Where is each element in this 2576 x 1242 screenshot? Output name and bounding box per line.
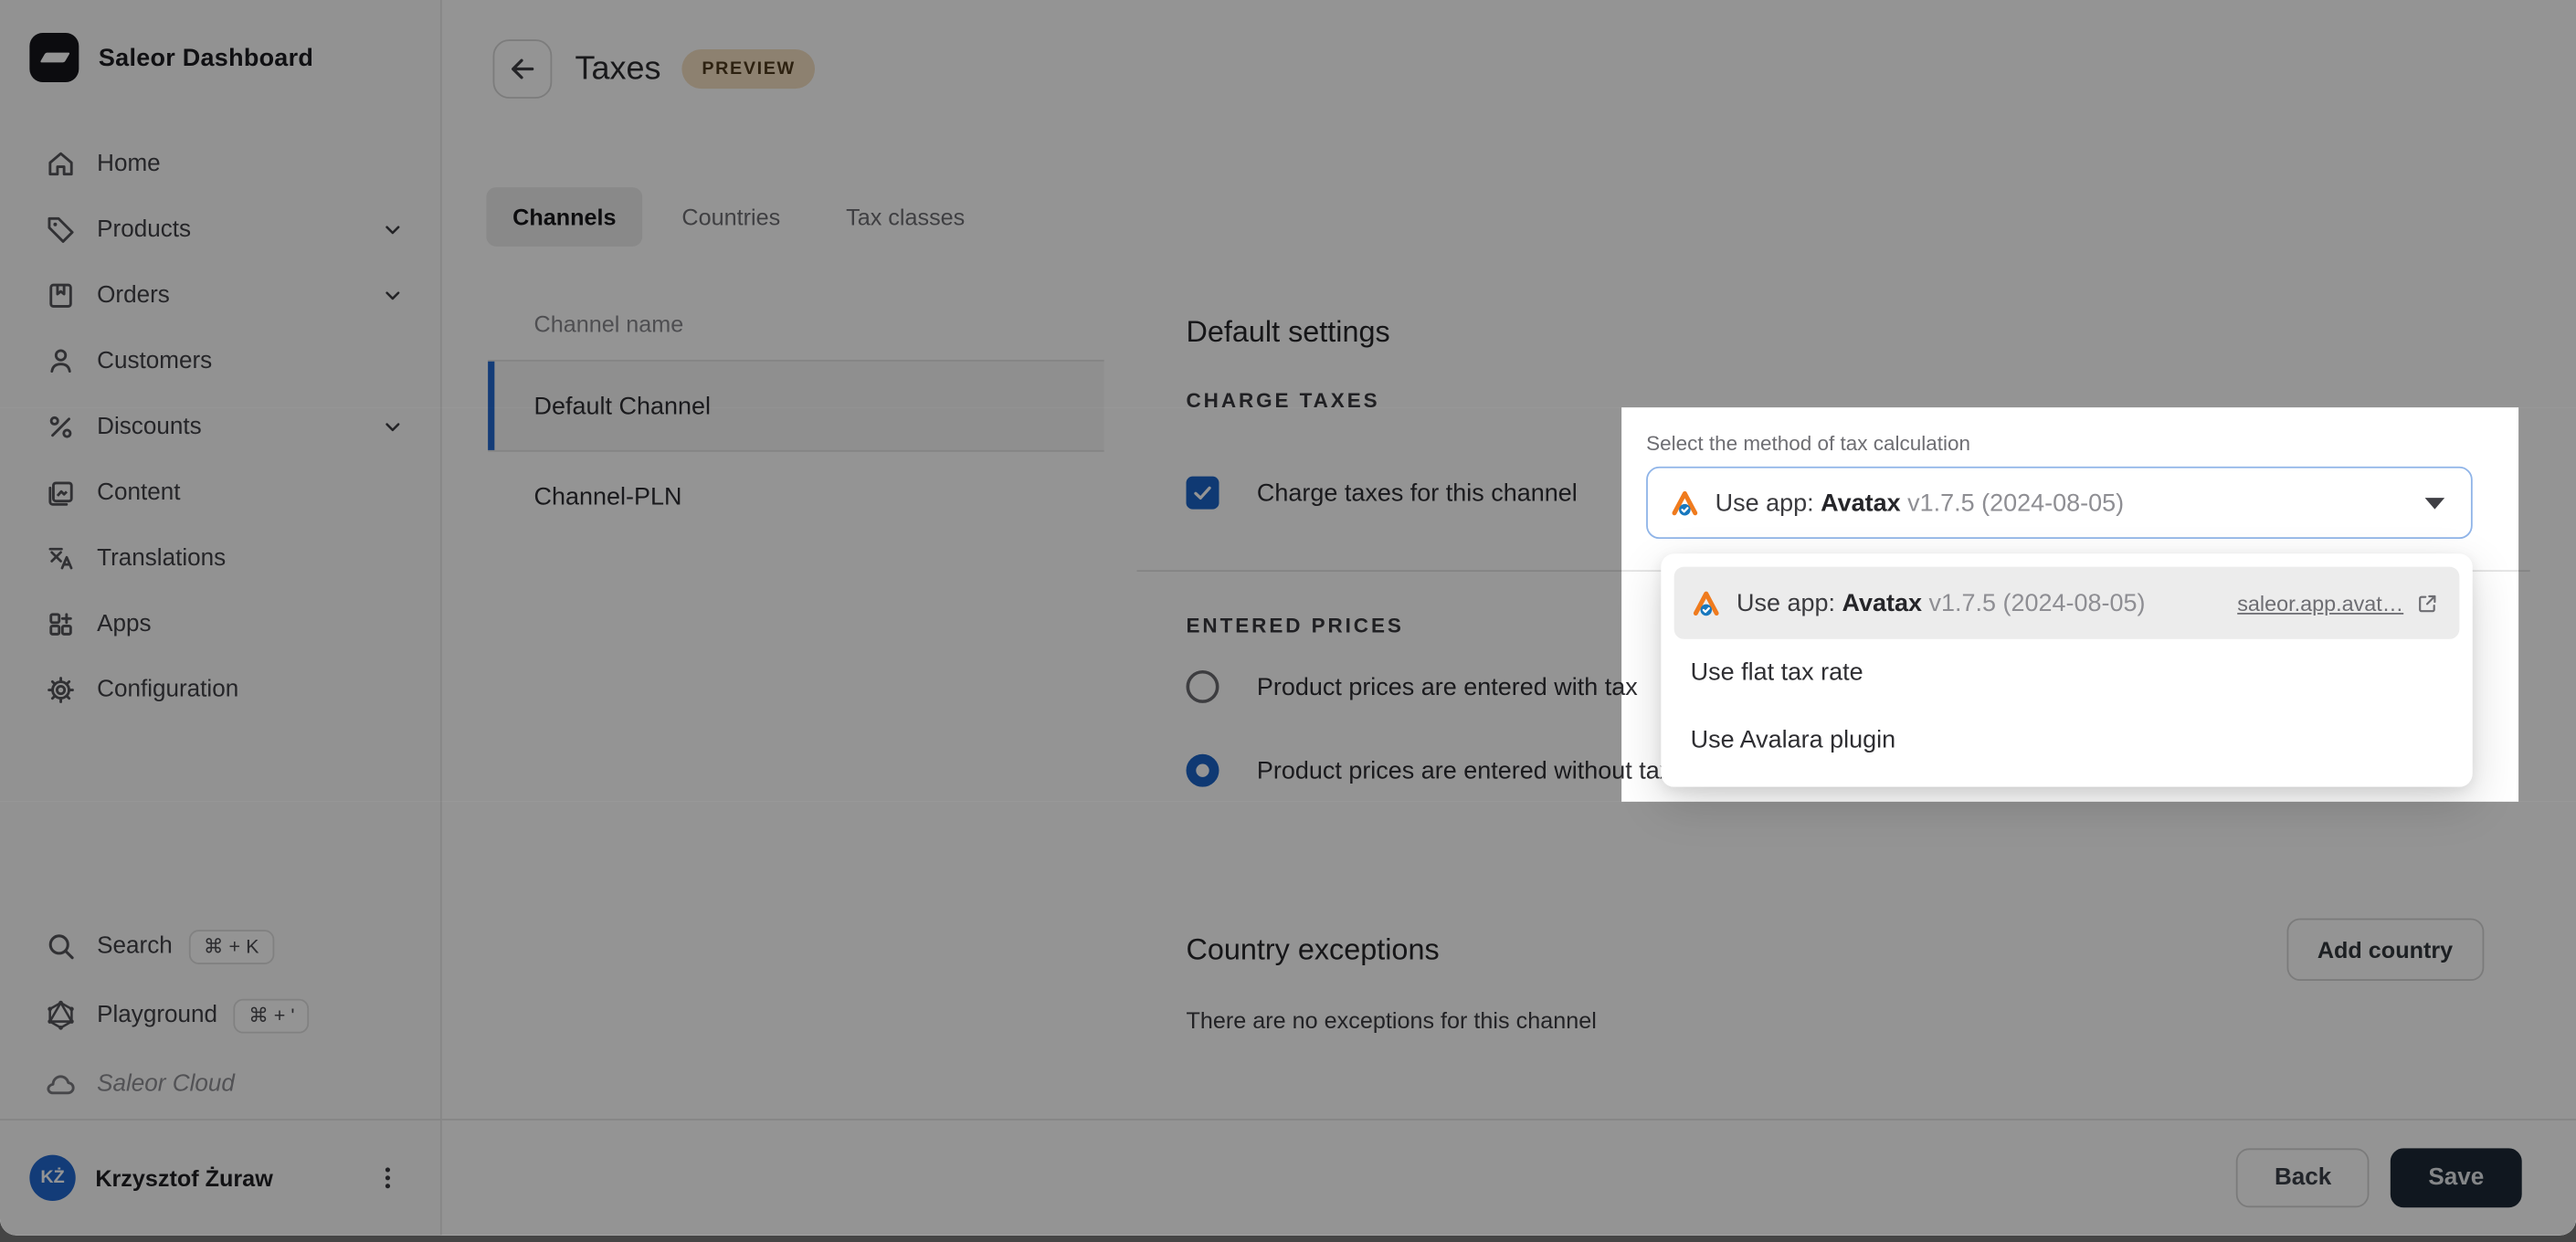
- sidebar-item-home[interactable]: Home: [0, 132, 440, 197]
- tab-countries[interactable]: Countries: [656, 187, 807, 247]
- home-icon: [45, 148, 78, 181]
- user-card[interactable]: KŻ Krzysztof Żuraw: [0, 1121, 442, 1236]
- sidebar: Saleor Dashboard Home Products: [0, 0, 442, 1119]
- app-title: Saleor Dashboard: [99, 44, 313, 72]
- channel-name: Channel-PLN: [534, 482, 682, 510]
- channel-name: Default Channel: [534, 392, 711, 420]
- prices-without-tax-radio[interactable]: [1187, 754, 1219, 787]
- charge-taxes-section-label: CHARGE TAXES: [1137, 388, 2530, 415]
- sidebar-nav: Home Products: [0, 132, 440, 723]
- dropdown-option-label: Use app: Avatax v1.7.5 (2024-08-05): [1737, 589, 2145, 617]
- sidebar-item-label: Configuration: [97, 677, 238, 703]
- sidebar-item-label: Products: [97, 216, 191, 243]
- channel-row-pln[interactable]: Channel-PLN: [488, 452, 1103, 541]
- percent-icon: [45, 411, 78, 444]
- sidebar-item-customers[interactable]: Customers: [0, 329, 440, 395]
- back-button[interactable]: Back: [2237, 1148, 2370, 1207]
- sidebar-item-translations[interactable]: Translations: [0, 526, 440, 592]
- prices-with-tax-radio[interactable]: [1187, 670, 1219, 703]
- chevron-down-icon: [2425, 497, 2445, 509]
- channel-row-default[interactable]: Default Channel: [488, 360, 1103, 452]
- charge-taxes-label: Charge taxes for this channel: [1257, 479, 1578, 507]
- sidebar-item-label: Discounts: [97, 414, 202, 440]
- default-settings-title: Default settings: [1137, 312, 2530, 352]
- sidebar-item-apps[interactable]: Apps: [0, 592, 440, 658]
- tag-icon: [45, 214, 78, 247]
- prices-with-tax-label: Product prices are entered with tax: [1257, 673, 1638, 701]
- sidebar-item-label: Orders: [97, 282, 170, 309]
- chevron-down-icon[interactable]: [381, 218, 404, 241]
- avatax-app-icon: [1669, 487, 1700, 518]
- graphql-playground-icon: [45, 999, 78, 1032]
- sidebar-item-label: Content: [97, 479, 180, 506]
- media-folder-icon: [45, 477, 78, 510]
- app-link[interactable]: saleor.app.avat…: [2237, 591, 2440, 616]
- bottom-bar: KŻ Krzysztof Żuraw Back Save: [0, 1119, 2576, 1236]
- gear-icon: [45, 674, 78, 707]
- save-button[interactable]: Save: [2391, 1148, 2522, 1207]
- dropdown-option-avalara-plugin[interactable]: Use Avalara plugin: [1674, 707, 2460, 774]
- sidebar-search[interactable]: Search ⌘ + K: [0, 911, 440, 981]
- dropdown-option-flat-tax[interactable]: Use flat tax rate: [1674, 639, 2460, 707]
- savebar: Back Save: [442, 1121, 2576, 1236]
- ellipsis-vertical-icon: [373, 1163, 402, 1193]
- tab-tax-classes[interactable]: Tax classes: [819, 187, 991, 247]
- arrow-left-icon: [506, 53, 539, 86]
- page-header: Taxes PREVIEW: [442, 0, 2576, 99]
- user-name: Krzysztof Żuraw: [95, 1164, 272, 1191]
- sidebar-item-discounts[interactable]: Discounts: [0, 395, 440, 460]
- search-label: Search: [97, 933, 173, 960]
- charge-taxes-checkbox[interactable]: [1187, 477, 1219, 510]
- tax-method-widget: Select the method of tax calculation Use…: [1646, 430, 2473, 539]
- main-content: Taxes PREVIEW Channels Countries Tax cla…: [442, 0, 2576, 1119]
- back-arrow-button[interactable]: [493, 39, 553, 99]
- preview-badge: PREVIEW: [682, 49, 815, 89]
- tab-channels[interactable]: Channels: [486, 187, 642, 247]
- chevron-down-icon[interactable]: [381, 416, 404, 438]
- playground-label: Playground: [97, 1002, 217, 1028]
- cloud-icon: [45, 1068, 78, 1100]
- sidebar-item-label: Customers: [97, 348, 212, 374]
- sidebar-item-orders[interactable]: Orders: [0, 263, 440, 329]
- dropdown-option-avatax[interactable]: Use app: Avatax v1.7.5 (2024-08-05) sale…: [1674, 567, 2460, 639]
- package-icon: [45, 279, 78, 312]
- search-icon: [45, 930, 78, 963]
- channel-list-header: Channel name: [488, 286, 1103, 360]
- avatar: KŻ: [29, 1155, 75, 1201]
- sidebar-item-configuration[interactable]: Configuration: [0, 658, 440, 723]
- tab-bar: Channels Countries Tax classes: [486, 187, 2576, 247]
- sidebar-item-products[interactable]: Products: [0, 197, 440, 263]
- external-link-icon: [2415, 591, 2440, 616]
- saleor-cloud-label: Saleor Cloud: [97, 1071, 235, 1098]
- user-menu-button[interactable]: [364, 1155, 410, 1201]
- prices-without-tax-label: Product prices are entered without tax: [1257, 756, 1672, 784]
- check-icon: [1191, 481, 1214, 504]
- sidebar-item-label: Home: [97, 151, 161, 177]
- chevron-down-icon[interactable]: [381, 284, 404, 307]
- sidebar-item-label: Apps: [97, 611, 151, 637]
- no-exceptions-message: There are no exceptions for this channel: [1137, 1007, 2530, 1034]
- sidebar-playground[interactable]: Playground ⌘ + ': [0, 981, 440, 1050]
- apps-grid-icon: [45, 608, 78, 641]
- playground-shortcut: ⌘ + ': [234, 998, 310, 1033]
- tax-method-dropdown: Use app: Avatax v1.7.5 (2024-08-05) sale…: [1661, 553, 2472, 786]
- sidebar-item-label: Translations: [97, 545, 226, 572]
- logo-row[interactable]: Saleor Dashboard: [0, 0, 440, 109]
- sidebar-saleor-cloud[interactable]: Saleor Cloud: [0, 1049, 440, 1119]
- avatax-app-icon: [1691, 587, 1722, 618]
- tax-method-label: Select the method of tax calculation: [1646, 430, 2473, 457]
- add-country-button[interactable]: Add country: [2286, 919, 2485, 981]
- country-exceptions-title: Country exceptions: [1187, 930, 1440, 969]
- channel-list: Channel name Default Channel Channel-PLN: [488, 286, 1103, 541]
- app-window: Saleor Dashboard Home Products: [0, 0, 2576, 1236]
- tax-method-selected-value: Use app: Avatax v1.7.5 (2024-08-05): [1716, 489, 2124, 517]
- page-title: Taxes: [575, 50, 660, 88]
- saleor-logo-icon: [29, 33, 79, 82]
- sidebar-item-content[interactable]: Content: [0, 460, 440, 526]
- person-icon: [45, 345, 78, 378]
- search-shortcut: ⌘ + K: [189, 929, 274, 963]
- translate-icon: [45, 542, 78, 575]
- tax-method-select[interactable]: Use app: Avatax v1.7.5 (2024-08-05): [1646, 467, 2473, 539]
